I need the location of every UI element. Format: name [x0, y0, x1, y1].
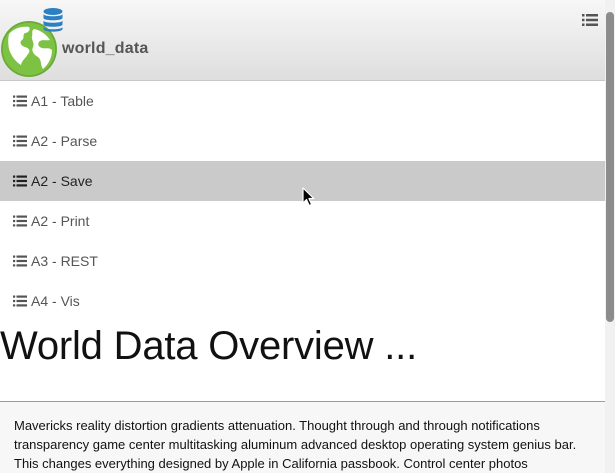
nav-item-label: A3 - REST	[31, 253, 98, 269]
menu-toggle-icon[interactable]	[582, 13, 598, 27]
list-icon	[13, 255, 27, 267]
list-icon	[13, 295, 27, 307]
body-text: Mavericks reality distortion gradients a…	[14, 418, 577, 471]
nav-item-label: A4 - Vis	[31, 293, 80, 309]
nav-item-label: A1 - Table	[31, 93, 94, 109]
nav-item-a2-parse[interactable]: A2 - Parse	[0, 121, 605, 161]
nav-item-a2-save[interactable]: A2 - Save	[0, 161, 605, 201]
nav-item-label: A2 - Save	[31, 173, 93, 189]
page-title: World Data Overview ...	[0, 324, 418, 368]
content-panel: Mavericks reality distortion gradients a…	[0, 401, 615, 473]
nav-item-a4-vis[interactable]: A4 - Vis	[0, 281, 605, 321]
list-icon	[13, 95, 27, 107]
list-icon	[13, 215, 27, 227]
nav-item-a1-table[interactable]: A1 - Table	[0, 81, 605, 121]
scrollbar-thumb[interactable]	[606, 12, 614, 322]
nav-item-label: A2 - Print	[31, 213, 90, 229]
app-header: world_data	[0, 0, 605, 81]
app-title[interactable]: world_data	[62, 40, 148, 58]
nav-item-a3-rest[interactable]: A3 - REST	[0, 241, 605, 281]
nav-item-label: A2 - Parse	[31, 133, 98, 149]
nav-menu: A1 - Table A2 - Parse A2 - Save A2 - Pri…	[0, 81, 605, 321]
database-icon	[43, 8, 63, 32]
list-icon	[13, 175, 27, 187]
list-icon	[13, 135, 27, 147]
nav-item-a2-print[interactable]: A2 - Print	[0, 201, 605, 241]
